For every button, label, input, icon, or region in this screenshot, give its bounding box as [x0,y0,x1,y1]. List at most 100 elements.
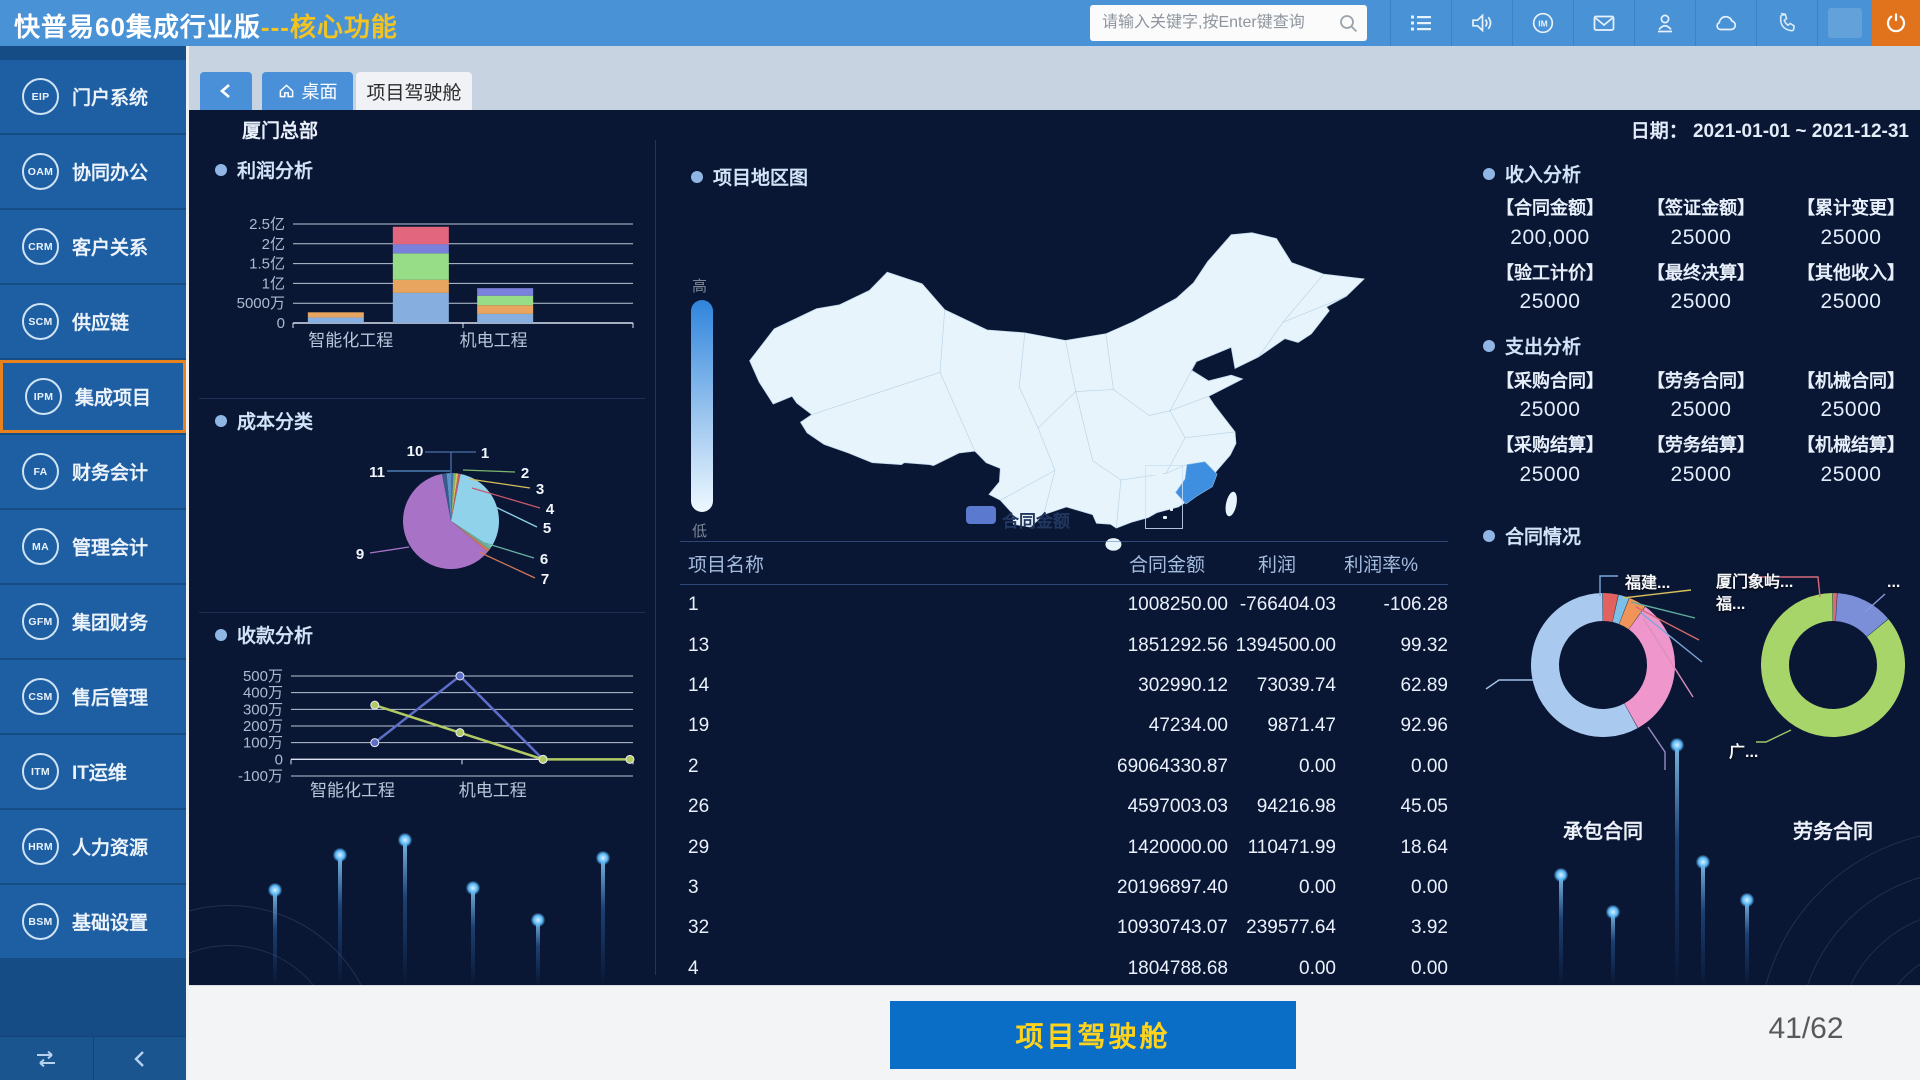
bottom-bar: 项目驾驶舱 41/62 [189,985,1920,1080]
table-row: 1947234.009871.4792.96 [680,706,1448,746]
sidebar-item-eip[interactable]: EIP门户系统 [0,60,186,133]
tab-project-cockpit[interactable]: 项目驾驶舱 [356,72,472,110]
table-cell: 99.32 [1336,635,1448,657]
table-cell: 92.96 [1336,715,1448,737]
table-cell: 110471.99 [1228,837,1336,859]
pie-label: 2 [521,465,529,482]
table-cell: 1 [680,594,1028,616]
sidebar-item-oam[interactable]: OAM协同办公 [0,135,186,208]
sidebar-item-crm[interactable]: CRM客户关系 [0,210,186,283]
metric-value: 25000 [1626,290,1776,314]
svg-text:机电工程: 机电工程 [460,331,528,350]
table-row: 11008250.00-766404.03-106.28 [680,585,1448,625]
panel-divider [199,398,645,399]
pie-label: 5 [543,520,551,537]
topbar-speaker-icon[interactable] [1451,0,1512,46]
svg-text:IM: IM [1538,19,1547,29]
light-beam [1559,875,1563,985]
tab-desktop[interactable]: 桌面 [262,72,353,110]
donut-caption-labor: 劳务合同 [1753,815,1913,844]
global-search [1090,5,1367,41]
metric-label: 【最终决算】 [1626,259,1776,285]
table-cell: 14 [680,675,1028,697]
table-cell: 94216.98 [1228,796,1336,818]
map-gradient-legend [691,300,713,512]
sidebar: EIP门户系统OAM协同办公CRM客户关系SCM供应链IPM集成项目 FA 财务会计… [0,46,186,1080]
pie-label: 6 [540,551,548,568]
legend-high-label: 高 [692,275,707,296]
table-cell: -106.28 [1336,594,1448,616]
module-badge-icon: FA [22,453,59,490]
tab-back-button[interactable] [200,72,252,110]
sidebar-item-label: 供应链 [72,308,129,335]
sidebar-item-label: 财务会计 [72,458,148,485]
module-badge-icon: MA [22,528,59,565]
cockpit-button[interactable]: 项目驾驶舱 [890,1001,1296,1069]
search-icon[interactable] [1338,13,1359,34]
table-cell: 69064330.87 [1028,756,1228,778]
south-sea-inset [1145,465,1183,529]
date-range: 日期： 2021-01-01 ~ 2021-12-31 [1631,116,1909,143]
bar-segment [393,244,449,253]
sidebar-item-label: 集成项目 [75,383,151,410]
light-beam [536,920,540,985]
topbar-list-icon[interactable] [1390,0,1451,46]
swap-icon [33,1048,59,1070]
dashboard: 厦门总部 日期： 2021-01-01 ~ 2021-12-31 利润分析 成本… [189,110,1920,985]
table-cell: 2 [680,756,1028,778]
collapse-button[interactable] [93,1037,187,1080]
topbar-im-icon[interactable]: IM [1512,0,1573,46]
sidebar-footer [0,1036,186,1080]
map-panel-title: 项目地区图 [691,163,808,190]
topbar-mail-icon[interactable] [1573,0,1634,46]
contracts-panel-title: 合同情况 [1483,522,1581,549]
list-icon [1409,12,1433,34]
home-icon [278,83,295,99]
sidebar-item-hrm[interactable]: HRM人力资源 [0,810,186,883]
table-cell: 26 [680,796,1028,818]
bar-segment [477,288,533,296]
table-cell: 0.00 [1228,877,1336,899]
module-badge-icon: CRM [22,228,59,265]
sidebar-item-bsm[interactable]: BSM基础设置 [0,885,186,958]
topbar-user-icon[interactable] [1634,0,1695,46]
svg-text:0: 0 [275,751,283,768]
sidebar-item-ma[interactable]: MA管理会计 [0,510,186,583]
topbar-power-icon[interactable] [1872,0,1920,46]
table-cell: 1851292.56 [1028,635,1228,657]
search-input[interactable] [1090,5,1367,41]
table-row: 320196897.400.000.00 [680,868,1448,908]
metric-value: 25000 [1626,463,1776,487]
avatar [1828,8,1862,38]
table-cell: 0.00 [1228,756,1336,778]
swap-button[interactable] [0,1037,93,1080]
sidebar-item-itm[interactable]: ITMIT运维 [0,735,186,808]
topbar-cloud-icon[interactable] [1695,0,1756,46]
metric-label: 【机械合同】 [1776,367,1920,393]
table-cell: 239577.64 [1228,917,1336,939]
table-cell: 32 [680,917,1028,939]
sidebar-item-csm[interactable]: CSM售后管理 [0,660,186,733]
series-blue [375,676,543,759]
topbar: 快普易60集成行业版---核心功能 IM [0,0,1920,46]
table-cell: 3 [680,877,1028,899]
table-row: 291420000.00110471.9918.64 [680,827,1448,867]
speaker-icon [1470,12,1494,34]
sidebar-item-ipm[interactable]: IPM集成项目 [0,360,186,433]
sidebar-item-gfm[interactable]: GFM集团财务 [0,585,186,658]
cloud-icon [1713,12,1739,34]
bar-segment [393,227,449,244]
metric-label: 【验工计价】 [1475,259,1625,285]
table-cell: 20196897.40 [1028,877,1228,899]
map-legend-swatch[interactable] [966,506,996,524]
pie-label: 3 [536,481,544,498]
chevron-left-icon [130,1048,150,1070]
table-cell: 73039.74 [1228,675,1336,697]
profit-panel-title: 利润分析 [215,156,313,183]
sidebar-item-fa[interactable]: FA 财务会计 [0,435,186,508]
topbar-phone-icon[interactable] [1756,0,1817,46]
metric-label: 【其他收入】 [1776,259,1920,285]
table-cell: 1420000.00 [1028,837,1228,859]
sidebar-item-scm[interactable]: SCM供应链 [0,285,186,358]
svg-text:1亿: 1亿 [262,275,285,292]
